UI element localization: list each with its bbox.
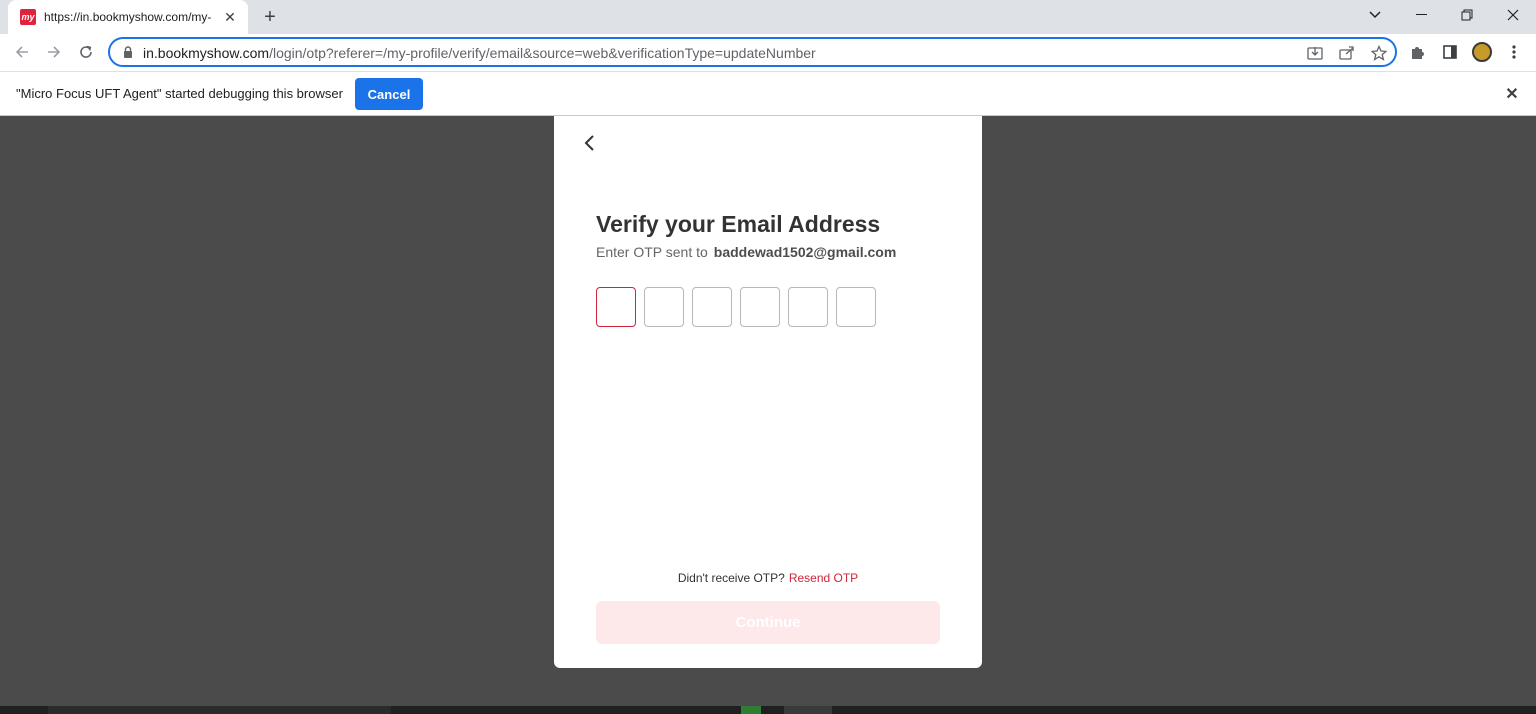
url-text[interactable]: in.bookmyshow.com/login/otp?referer=/my-… xyxy=(143,45,816,61)
tab-strip: my https://in.bookmyshow.com/my- ✕ + xyxy=(0,0,1536,34)
browser-tab[interactable]: my https://in.bookmyshow.com/my- ✕ xyxy=(8,0,248,34)
bookmark-star-icon[interactable] xyxy=(1370,44,1388,62)
install-app-icon[interactable] xyxy=(1306,44,1324,62)
os-taskbar xyxy=(0,706,1536,714)
window-close-icon[interactable] xyxy=(1490,0,1536,30)
lock-icon[interactable] xyxy=(122,46,134,58)
tab-close-icon[interactable]: ✕ xyxy=(222,9,238,25)
resend-row: Didn't receive OTP? Resend OTP xyxy=(554,571,982,585)
side-panel-icon[interactable] xyxy=(1440,42,1460,62)
otp-digit-3[interactable] xyxy=(692,287,732,327)
taskbar-app-active[interactable] xyxy=(784,706,832,714)
continue-button[interactable]: Continue xyxy=(596,601,940,644)
otp-instruction-text: Enter OTP sent to xyxy=(596,244,708,260)
page-title: Verify your Email Address xyxy=(596,211,881,237)
reload-icon[interactable] xyxy=(74,40,98,64)
tab-search-icon[interactable] xyxy=(1352,0,1398,30)
otp-instruction: Enter OTP sent to baddewad1502@gmail.com xyxy=(596,244,896,260)
verify-email-modal: Verify your Email Address Enter OTP sent… xyxy=(554,116,982,668)
share-icon[interactable] xyxy=(1338,44,1356,62)
profile-avatar[interactable] xyxy=(1472,42,1492,62)
otp-digit-6[interactable] xyxy=(836,287,876,327)
resend-prompt: Didn't receive OTP? xyxy=(677,571,785,585)
otp-digit-2[interactable] xyxy=(644,287,684,327)
taskbar-search[interactable] xyxy=(48,706,391,714)
browser-toolbar: in.bookmyshow.com/login/otp?referer=/my-… xyxy=(0,34,1536,71)
infobar-close-icon[interactable]: ✕ xyxy=(1503,85,1521,103)
otp-digit-5[interactable] xyxy=(788,287,828,327)
back-arrow-icon[interactable] xyxy=(582,134,598,152)
extensions-puzzle-icon[interactable] xyxy=(1408,42,1428,62)
url-path: /login/otp?referer=/my-profile/verify/em… xyxy=(269,45,816,61)
debug-infobar: "Micro Focus UFT Agent" started debuggin… xyxy=(0,71,1536,116)
minimize-icon[interactable] xyxy=(1398,0,1444,30)
chrome-menu-icon[interactable] xyxy=(1504,42,1524,62)
tab-title: https://in.bookmyshow.com/my- xyxy=(44,10,212,24)
new-tab-icon[interactable]: + xyxy=(259,6,281,28)
infobar-cancel-button[interactable]: Cancel xyxy=(355,78,423,110)
restore-icon[interactable] xyxy=(1444,0,1490,30)
url-host: in.bookmyshow.com xyxy=(143,45,270,61)
email-address: baddewad1502@gmail.com xyxy=(713,244,897,260)
otp-digit-4[interactable] xyxy=(740,287,780,327)
back-nav-icon[interactable] xyxy=(10,40,34,64)
address-bar[interactable]: in.bookmyshow.com/login/otp?referer=/my-… xyxy=(108,37,1397,67)
infobar-message: "Micro Focus UFT Agent" started debuggin… xyxy=(16,86,343,101)
otp-digit-1[interactable] xyxy=(596,287,636,327)
taskbar-app[interactable] xyxy=(741,706,761,714)
otp-input-group xyxy=(596,287,876,327)
forward-nav-icon[interactable] xyxy=(42,40,66,64)
bookmyshow-favicon-icon: my xyxy=(20,9,36,25)
resend-otp-link[interactable]: Resend OTP xyxy=(789,571,858,585)
